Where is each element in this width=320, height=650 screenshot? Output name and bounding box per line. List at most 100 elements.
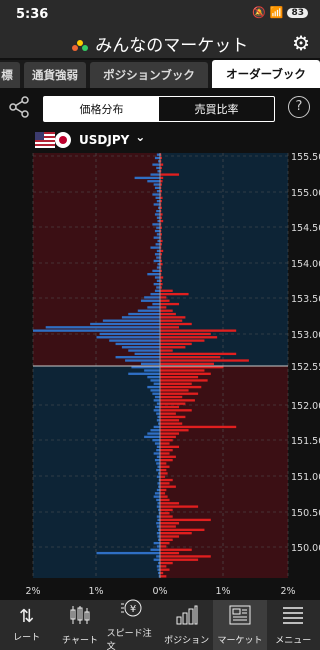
buy-order-bar	[160, 402, 186, 405]
sell-order-bar	[156, 209, 160, 213]
buy-order-bar	[160, 538, 173, 541]
help-icon[interactable]: ?	[288, 96, 310, 118]
sell-order-bar	[153, 409, 160, 412]
sell-order-bar	[134, 352, 160, 356]
sell-order-bar	[109, 339, 160, 342]
buy-order-bar	[160, 458, 173, 462]
buy-order-bar	[160, 306, 167, 309]
sell-order-bar	[156, 545, 160, 548]
buy-order-bar	[160, 492, 166, 495]
tab-currency-strength[interactable]: 通貨強弱	[24, 62, 86, 88]
nav-chart[interactable]: チャート	[53, 600, 106, 650]
sell-order-bar	[121, 316, 160, 319]
share-icon[interactable]	[8, 96, 30, 123]
sell-order-bar	[153, 452, 160, 455]
status-time: 5:36	[16, 7, 49, 22]
buy-order-bar	[160, 485, 176, 488]
y-tick-label: 151.50	[291, 436, 320, 447]
gear-icon[interactable]: ⚙	[292, 31, 310, 55]
sell-order-bar	[156, 412, 160, 415]
buy-order-bar	[160, 515, 173, 518]
buy-order-bar	[160, 309, 173, 312]
nav-menu[interactable]: メニュー	[267, 600, 320, 650]
sell-order-bar	[147, 375, 160, 379]
buy-order-bar	[160, 316, 186, 319]
sell-order-bar	[156, 565, 160, 568]
sell-order-bar	[153, 382, 160, 385]
nav-market[interactable]: マーケット	[213, 600, 267, 650]
sell-order-bar	[121, 346, 160, 349]
nav-position[interactable]: ポジション	[160, 600, 213, 650]
buy-order-bar	[160, 276, 164, 279]
buy-order-bar	[160, 465, 170, 468]
buy-order-bar	[160, 535, 180, 538]
sell-order-bar	[155, 243, 160, 246]
order-book-chart: 155.50 155.00 154.50 154.00 153.50 153.00 152.…	[0, 150, 320, 600]
sell-order-bar	[156, 525, 160, 528]
y-tick-label: 151.00	[291, 472, 320, 483]
y-tick-label: 150.00	[291, 543, 320, 554]
app-logo-icon	[71, 40, 88, 52]
view-segment: 価格分布 売買比率	[43, 96, 275, 122]
sell-order-bar	[156, 216, 160, 219]
sell-order-bar	[154, 213, 160, 216]
pair-label: USDJPY	[79, 133, 130, 147]
nav-menu-label: メニュー	[275, 635, 312, 646]
sell-order-bar	[102, 319, 160, 322]
sell-order-bar	[152, 439, 160, 442]
buy-order-bar	[160, 528, 205, 532]
sell-order-bar	[156, 532, 160, 535]
yen-coin-icon: ¥	[120, 598, 146, 623]
sell-order-bar	[156, 419, 160, 422]
buy-order-bar	[160, 508, 173, 512]
sell-order-bar	[153, 183, 160, 186]
nav-rate[interactable]: ⇅ レート	[0, 600, 53, 650]
buy-order-bar	[160, 369, 205, 372]
sell-order-bar	[153, 259, 160, 263]
sell-order-bar	[153, 399, 160, 402]
sell-order-bar	[153, 425, 160, 429]
buy-order-bar	[160, 541, 170, 545]
nav-market-label: マーケット	[217, 635, 263, 646]
nav-speed-order[interactable]: ¥ スピード注文	[107, 598, 160, 650]
tab-bar: 標 通貨強弱 ポジションブック オーダーブック	[0, 60, 320, 88]
sell-order-bar	[96, 336, 160, 339]
buy-order-bar	[160, 389, 189, 392]
buy-order-bar	[160, 296, 167, 299]
sell-order-bar	[156, 475, 160, 478]
buy-order-bar	[160, 339, 205, 342]
tab-order-book[interactable]: オーダーブック	[212, 60, 320, 88]
buy-order-bar	[160, 359, 249, 362]
buy-order-bar	[160, 425, 237, 429]
sell-order-bar	[115, 342, 160, 346]
sell-order-bar	[147, 273, 160, 276]
sell-order-bar	[154, 276, 160, 279]
x-tick-label: 1%	[215, 586, 230, 597]
bars-icon	[176, 605, 198, 630]
newspaper-icon	[229, 605, 251, 630]
sell-order-bar	[33, 329, 160, 332]
buy-order-bar	[160, 512, 170, 515]
tab-position-book[interactable]: ポジションブック	[90, 62, 208, 88]
buy-order-bar	[160, 385, 202, 389]
buy-order-bar	[160, 518, 211, 522]
buy-order-bar	[160, 445, 180, 449]
sell-order-bar	[154, 229, 160, 233]
app-title-wrap: みんなのマーケット	[0, 31, 320, 56]
buy-order-bar	[160, 561, 173, 565]
buy-order-bar	[160, 319, 183, 322]
sell-order-bar	[144, 435, 160, 439]
buy-order-bar	[160, 409, 192, 412]
sell-order-bar	[150, 429, 160, 432]
segment-buy-sell-ratio[interactable]: 売買比率	[159, 97, 274, 121]
buy-order-bar	[160, 219, 164, 223]
pair-selector[interactable]: USDJPY ⌄	[35, 130, 146, 149]
chevron-down-icon: ⌄	[135, 130, 146, 144]
segment-price-distribution[interactable]: 価格分布	[44, 97, 159, 121]
sell-order-bar	[153, 495, 160, 498]
buy-order-bar	[160, 349, 173, 352]
sell-order-bar	[99, 332, 160, 336]
tab-partial[interactable]: 標	[0, 62, 20, 88]
sell-order-bar	[156, 449, 160, 452]
y-tick-label: 154.50	[291, 223, 320, 234]
